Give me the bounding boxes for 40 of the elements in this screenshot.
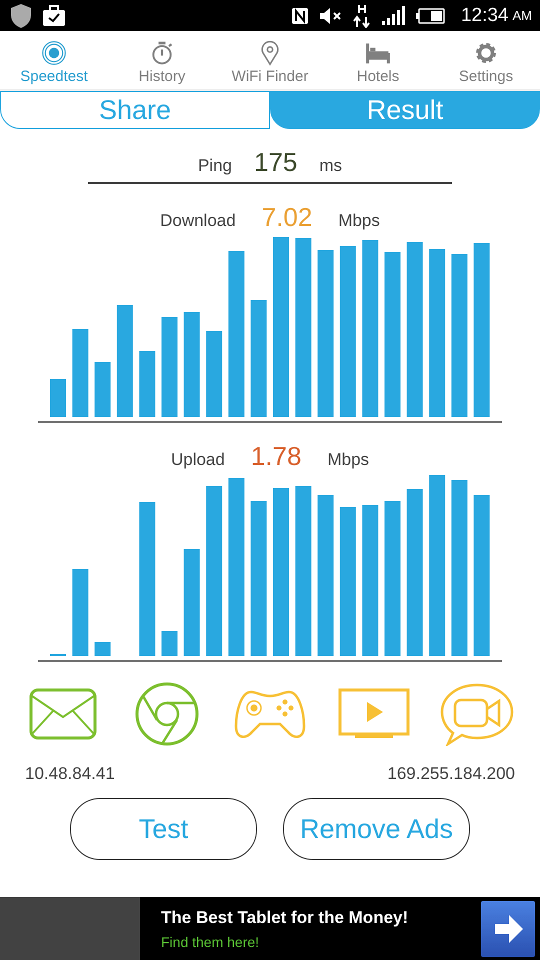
nfc-icon bbox=[290, 6, 309, 24]
action-button[interactable]: Test bbox=[70, 798, 257, 860]
settings-icon bbox=[473, 40, 499, 66]
speed-label: Upload bbox=[170, 450, 225, 470]
speed-unit: Mbps bbox=[327, 450, 370, 470]
ping-value: 175 bbox=[254, 147, 298, 178]
ad-subline: Find them here! bbox=[161, 934, 260, 950]
segment-tab[interactable]: Result bbox=[270, 91, 540, 129]
nav-tab[interactable]: Speedtest bbox=[0, 31, 108, 89]
speed-bar bbox=[139, 351, 156, 417]
nav-tab[interactable]: Settings bbox=[432, 31, 540, 89]
ad-banner[interactable]: The Best Tablet for the Money! Find them here! bbox=[0, 897, 540, 960]
clock-period: AM bbox=[512, 8, 532, 23]
speed-bar bbox=[50, 379, 66, 417]
nav-tab[interactable]: WiFi Finder bbox=[216, 31, 324, 89]
segment-tab[interactable]: Share bbox=[0, 91, 270, 129]
speed-value: 7.02 bbox=[262, 202, 312, 233]
briefcase-check-icon bbox=[42, 4, 66, 26]
speed-unit: Mbps bbox=[338, 211, 380, 231]
mute-icon bbox=[318, 6, 343, 24]
server-ip-address: 169.255.184.200 bbox=[387, 764, 515, 784]
battery-icon bbox=[414, 8, 445, 24]
local-ip-address: 10.48.84.41 bbox=[25, 764, 115, 784]
speed-bar bbox=[162, 631, 178, 656]
speed-bar bbox=[94, 362, 111, 417]
arrow-button[interactable] bbox=[481, 900, 535, 956]
ad-headline: The Best Tablet for the Money! bbox=[161, 908, 410, 928]
signal-icon bbox=[380, 6, 405, 26]
action-button[interactable]: Remove Ads bbox=[283, 798, 470, 860]
speed-label: Download bbox=[160, 211, 236, 231]
nav-tab[interactable]: Hotels bbox=[324, 31, 432, 89]
nav-tab[interactable]: History bbox=[108, 31, 216, 89]
speed-bar bbox=[94, 642, 111, 656]
ping-label: Ping bbox=[198, 156, 232, 176]
speed-value: 1.78 bbox=[250, 441, 302, 472]
target-icon bbox=[41, 40, 67, 66]
shield-icon bbox=[10, 2, 32, 28]
data-arrows-icon bbox=[352, 4, 371, 28]
ping-unit: ms bbox=[319, 156, 342, 176]
clock: 12:34 bbox=[460, 4, 508, 26]
